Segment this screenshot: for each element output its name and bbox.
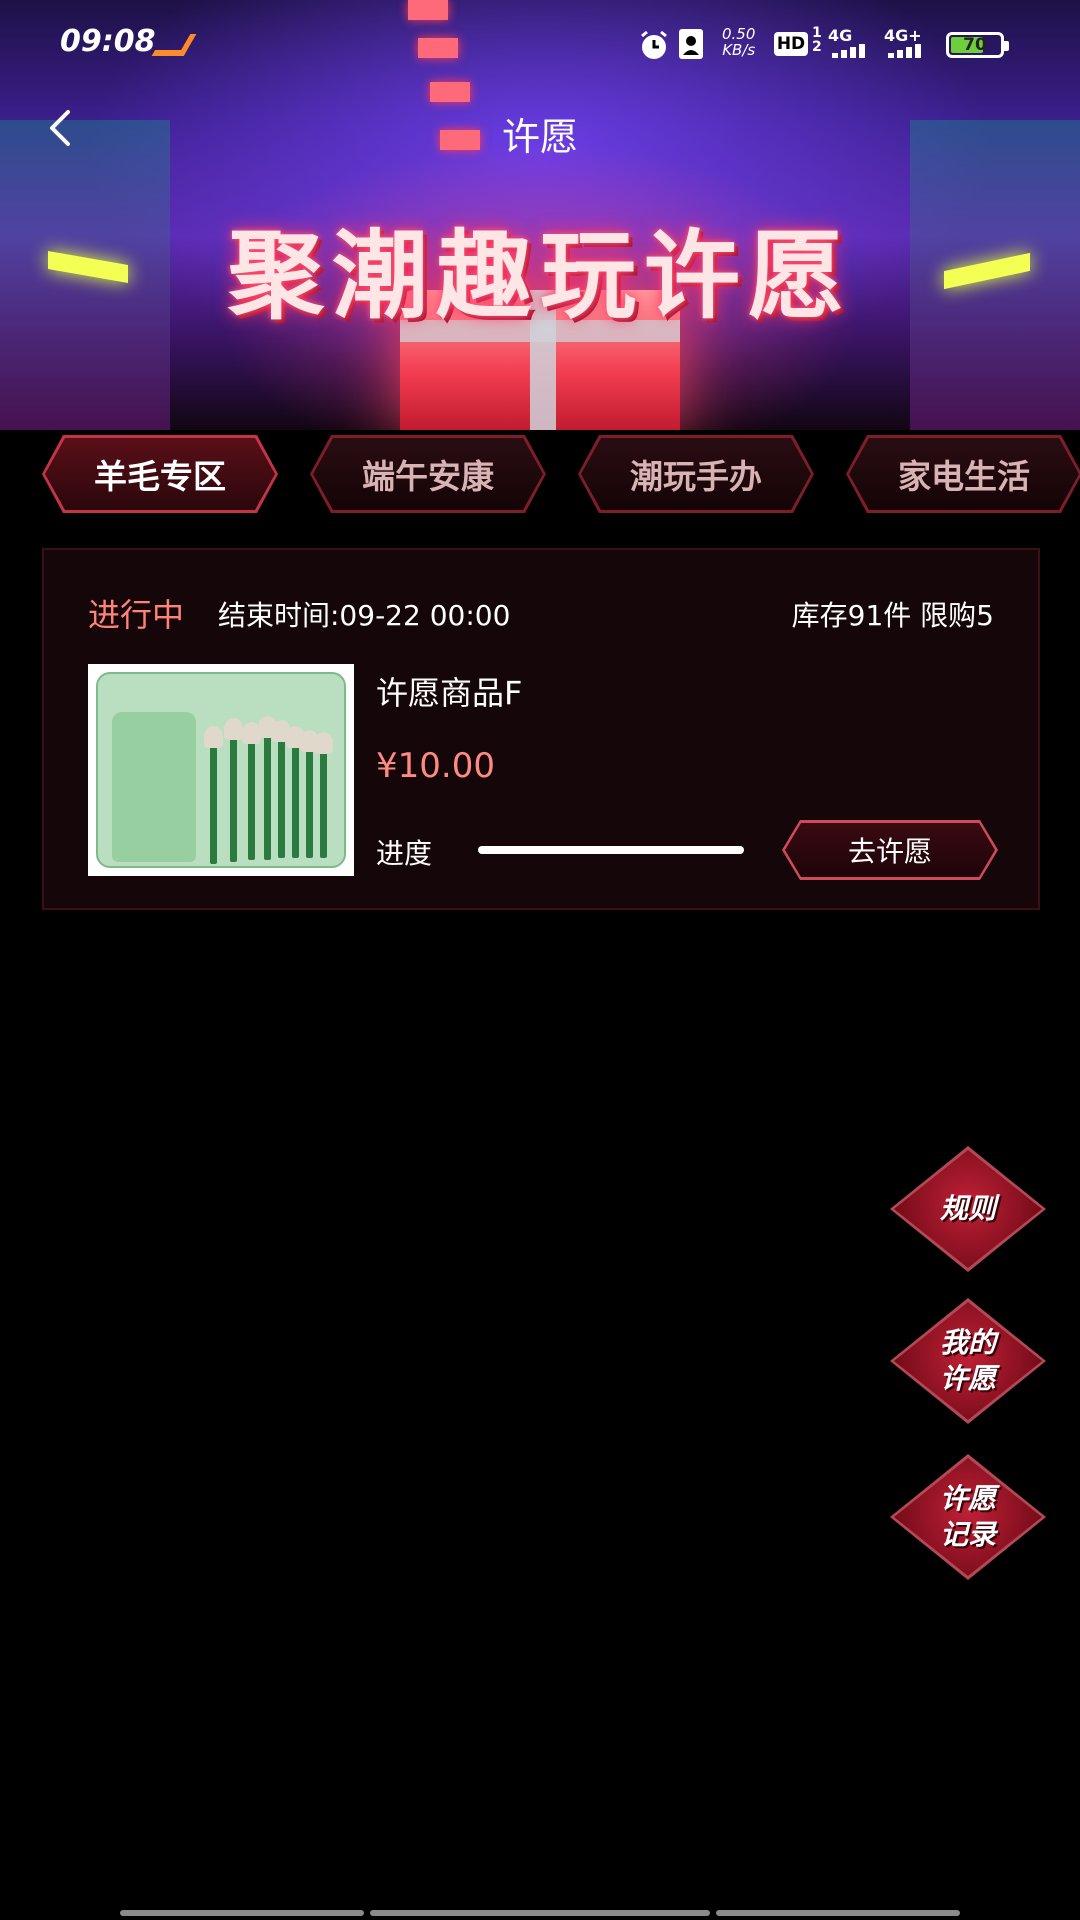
page-title: 许愿 bbox=[501, 115, 578, 159]
product-price: ¥10.00 bbox=[376, 746, 495, 786]
category-tabs: 羊毛专区 端午安康 潮玩手办 家电生活 bbox=[0, 435, 1080, 518]
gesture-bar[interactable] bbox=[370, 1910, 710, 1916]
gesture-bar bbox=[120, 1910, 364, 1916]
progress-bar bbox=[478, 846, 744, 854]
signal-icon bbox=[888, 44, 921, 58]
sim2-type: 4G+ bbox=[884, 26, 922, 45]
status-bar: 09:08 0.50 KB/s HD 12 4G 4G+ 70 bbox=[0, 0, 1080, 88]
contact-card-icon bbox=[679, 29, 703, 59]
gesture-bar bbox=[716, 1910, 960, 1916]
sim-index: 12 bbox=[812, 25, 822, 55]
tab-jiadian[interactable]: 家电生活 bbox=[849, 438, 1079, 510]
makeup-brush-set-image bbox=[96, 672, 346, 868]
brush bbox=[258, 716, 277, 860]
product-name: 许愿商品F bbox=[376, 674, 523, 712]
product-image[interactable] bbox=[88, 664, 354, 876]
status-badge: 进行中 bbox=[88, 596, 185, 634]
alarm-icon bbox=[641, 30, 667, 59]
sim1-type: 4G bbox=[828, 26, 853, 45]
tab-chaowan[interactable]: 潮玩手办 bbox=[581, 438, 811, 510]
app-notification-icon bbox=[151, 34, 197, 56]
progress-label: 进度 bbox=[376, 837, 433, 870]
tab-yangmao[interactable]: 羊毛专区 bbox=[45, 438, 275, 510]
banner-title: 聚潮趣玩许愿 bbox=[228, 220, 852, 332]
wish-history-label: 许愿 记录 bbox=[939, 1482, 996, 1551]
status-time: 09:08 bbox=[60, 24, 156, 59]
brush bbox=[242, 722, 261, 860]
wish-history-button[interactable]: 许愿 记录 bbox=[890, 1454, 1046, 1580]
battery-level: 70 bbox=[963, 35, 987, 55]
brush bbox=[314, 732, 333, 858]
wish-product-card[interactable]: 进行中 结束时间:09-22 00:00 库存91件 限购5 许愿商品F ¥10… bbox=[42, 548, 1040, 910]
brush bbox=[224, 718, 243, 862]
network-speed: 0.50 KB/s bbox=[722, 25, 756, 59]
battery-nub bbox=[1004, 41, 1009, 51]
brush bbox=[204, 726, 223, 864]
make-wish-button[interactable]: 去许愿 bbox=[785, 823, 995, 877]
rules-label: 规则 bbox=[939, 1192, 996, 1225]
brush-bag bbox=[112, 712, 196, 862]
tab-duanwu[interactable]: 端午安康 bbox=[313, 438, 543, 510]
brush bbox=[286, 726, 305, 858]
progress-fill bbox=[478, 846, 744, 854]
hd-voice-icon: HD bbox=[774, 32, 808, 56]
brush bbox=[272, 720, 291, 858]
battery-icon: 70 bbox=[946, 32, 1009, 58]
rules-button[interactable]: 规则 bbox=[890, 1146, 1046, 1272]
my-wishes-label: 我的 许愿 bbox=[939, 1326, 996, 1395]
signal-icon bbox=[832, 44, 865, 58]
end-time: 结束时间:09-22 00:00 bbox=[218, 599, 511, 632]
stock-info: 库存91件 限购5 bbox=[791, 599, 994, 632]
my-wishes-button[interactable]: 我的 许愿 bbox=[890, 1298, 1046, 1424]
brush bbox=[300, 730, 319, 858]
